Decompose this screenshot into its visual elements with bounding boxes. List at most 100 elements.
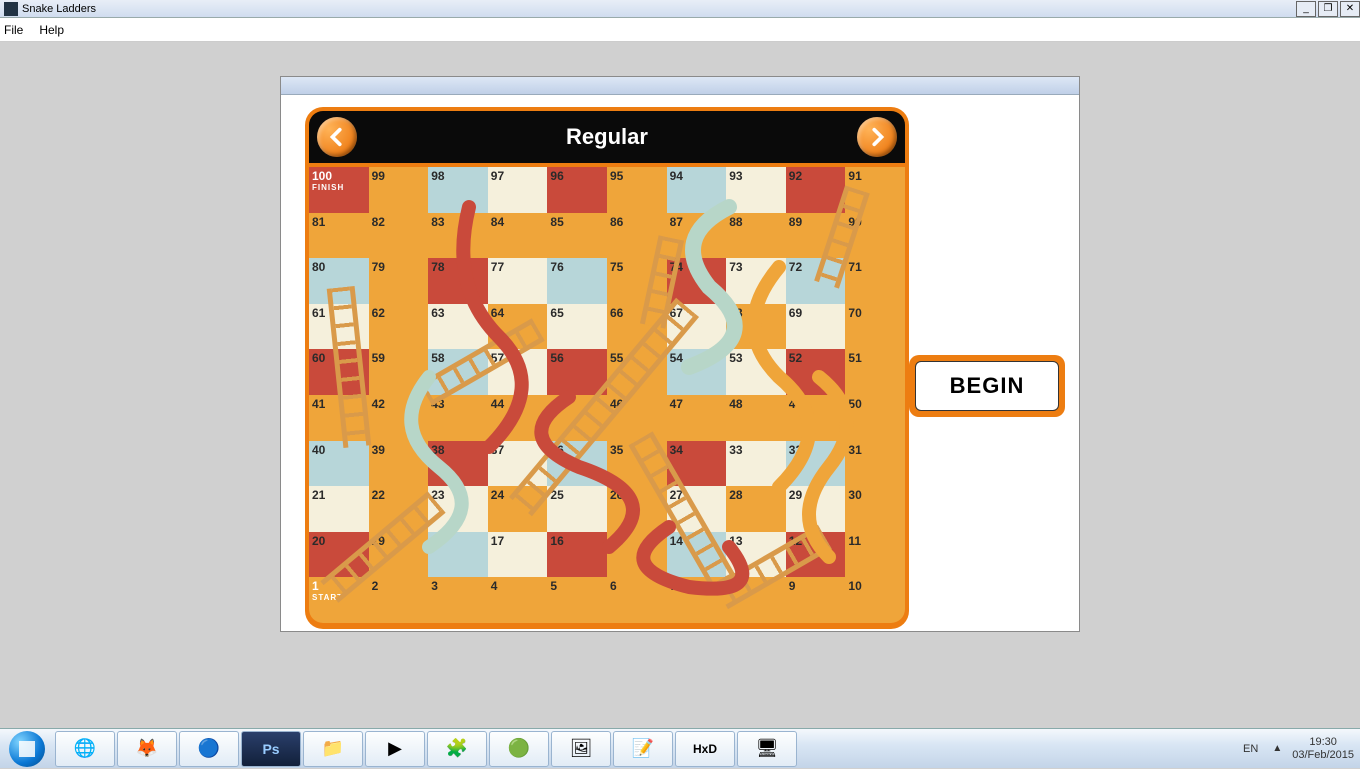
board-cell: 94	[667, 167, 727, 213]
taskbar-date: 03/Feb/2015	[1292, 749, 1354, 762]
window-title: Snake Ladders	[22, 3, 96, 15]
minimize-button[interactable]: _	[1296, 1, 1316, 17]
board-cell: 52	[786, 349, 846, 395]
taskbar-item-notepad[interactable]: 📝	[613, 731, 673, 767]
board-cell: 84	[488, 213, 548, 259]
taskbar-item-app2[interactable]: 🟢	[489, 731, 549, 767]
mode-title: Regular	[566, 124, 648, 150]
board-cell: 51	[845, 349, 905, 395]
board-cell: 81	[309, 213, 369, 259]
taskbar-item-mediaplayer[interactable]: ▶	[365, 731, 425, 767]
board-cell: 44	[488, 395, 548, 441]
menubar: File Help	[0, 18, 1360, 42]
board-cell: 95	[607, 167, 667, 213]
begin-pod: BEGIN	[909, 355, 1065, 417]
prev-mode-button[interactable]	[317, 117, 357, 157]
close-button[interactable]: ✕	[1340, 1, 1360, 17]
tray-overflow-icon[interactable]: ▲	[1272, 743, 1282, 754]
mode-header: Regular	[309, 111, 905, 163]
board-selector-panel: Regular 100FINISH99989796959493929181828…	[305, 107, 909, 629]
board-cell: 28	[726, 486, 786, 532]
language-indicator[interactable]: EN	[1239, 741, 1262, 757]
board-cell: 1START	[309, 577, 369, 623]
taskbar-item-photoshop[interactable]: Ps	[241, 731, 301, 767]
board-cell: 99	[369, 167, 429, 213]
board-cell: 57	[488, 349, 548, 395]
board-cell: 14	[667, 532, 727, 578]
board-cell: 49	[786, 395, 846, 441]
game-window-titlebar[interactable]	[281, 77, 1079, 95]
board-cell: 12	[786, 532, 846, 578]
board-cell: 33	[726, 441, 786, 487]
board-cell: 98	[428, 167, 488, 213]
board-cell: 67	[667, 304, 727, 350]
board-cell: 62	[369, 304, 429, 350]
board-cell: 85	[547, 213, 607, 259]
board-cell: 26	[607, 486, 667, 532]
board-cell: 23	[428, 486, 488, 532]
app-icon	[4, 2, 18, 16]
board-cell: 79	[369, 258, 429, 304]
board-cell: 25	[547, 486, 607, 532]
board-cell: 76	[547, 258, 607, 304]
board-cell: 56	[547, 349, 607, 395]
board-cell: 42	[369, 395, 429, 441]
game-window: Regular 100FINISH99989796959493929181828…	[280, 76, 1080, 632]
board-cell: 83	[428, 213, 488, 259]
board-cell: 10	[845, 577, 905, 623]
board-cell: 5	[547, 577, 607, 623]
board-cell: 75	[607, 258, 667, 304]
client-area: Regular 100FINISH99989796959493929181828…	[0, 42, 1360, 728]
taskbar-item-app1[interactable]: 🧩	[427, 731, 487, 767]
board-cell: 16	[547, 532, 607, 578]
menu-file[interactable]: File	[4, 23, 23, 37]
board-cell: 50	[845, 395, 905, 441]
board-cell: 34	[667, 441, 727, 487]
board-cell: 41	[309, 395, 369, 441]
board-cell: 39	[369, 441, 429, 487]
menu-help[interactable]: Help	[39, 23, 64, 37]
board-cell: 24	[488, 486, 548, 532]
taskbar-clock[interactable]: 19:30 03/Feb/2015	[1292, 736, 1354, 762]
board-cell: 72	[786, 258, 846, 304]
board-cell: 58	[428, 349, 488, 395]
taskbar-item-ie[interactable]: 🌐	[55, 731, 115, 767]
board-cell: 19	[369, 532, 429, 578]
maximize-button[interactable]: ❐	[1318, 1, 1338, 17]
board-cell: 77	[488, 258, 548, 304]
board-cell: 4	[488, 577, 548, 623]
board-cell: 88	[726, 213, 786, 259]
board-cell: 100FINISH	[309, 167, 369, 213]
board-cell: 18	[428, 532, 488, 578]
board-cell: 61	[309, 304, 369, 350]
board-cell: 37	[488, 441, 548, 487]
taskbar-item-chrome[interactable]: 🔵	[179, 731, 239, 767]
board-cell: 38	[428, 441, 488, 487]
board-cell: 92	[786, 167, 846, 213]
board-cell: 55	[607, 349, 667, 395]
board-cell: 6	[607, 577, 667, 623]
board-cell: 68	[726, 304, 786, 350]
taskbar-item-firefox[interactable]: 🦊	[117, 731, 177, 767]
board-cell: 8	[726, 577, 786, 623]
board-cell: 27	[667, 486, 727, 532]
board-cell: 64	[488, 304, 548, 350]
board-cell: 48	[726, 395, 786, 441]
board-cell: 9	[786, 577, 846, 623]
board-cell: 36	[547, 441, 607, 487]
board-cell: 40	[309, 441, 369, 487]
board-cell: 2	[369, 577, 429, 623]
taskbar-item-app3[interactable]: 🖼	[551, 731, 611, 767]
next-mode-button[interactable]	[857, 117, 897, 157]
window-titlebar: Snake Ladders _ ❐ ✕	[0, 0, 1360, 18]
taskbar-item-explorer[interactable]: 📁	[303, 731, 363, 767]
taskbar-item-app4[interactable]: 🖥	[737, 731, 797, 767]
windows-logo-icon	[9, 731, 45, 767]
chevron-left-icon	[326, 126, 348, 148]
board-cell: 13	[726, 532, 786, 578]
board-cell: 65	[547, 304, 607, 350]
begin-button[interactable]: BEGIN	[915, 361, 1059, 411]
taskbar-item-hxd[interactable]: HxD	[675, 731, 735, 767]
board-cell: 73	[726, 258, 786, 304]
start-button[interactable]	[0, 729, 54, 769]
